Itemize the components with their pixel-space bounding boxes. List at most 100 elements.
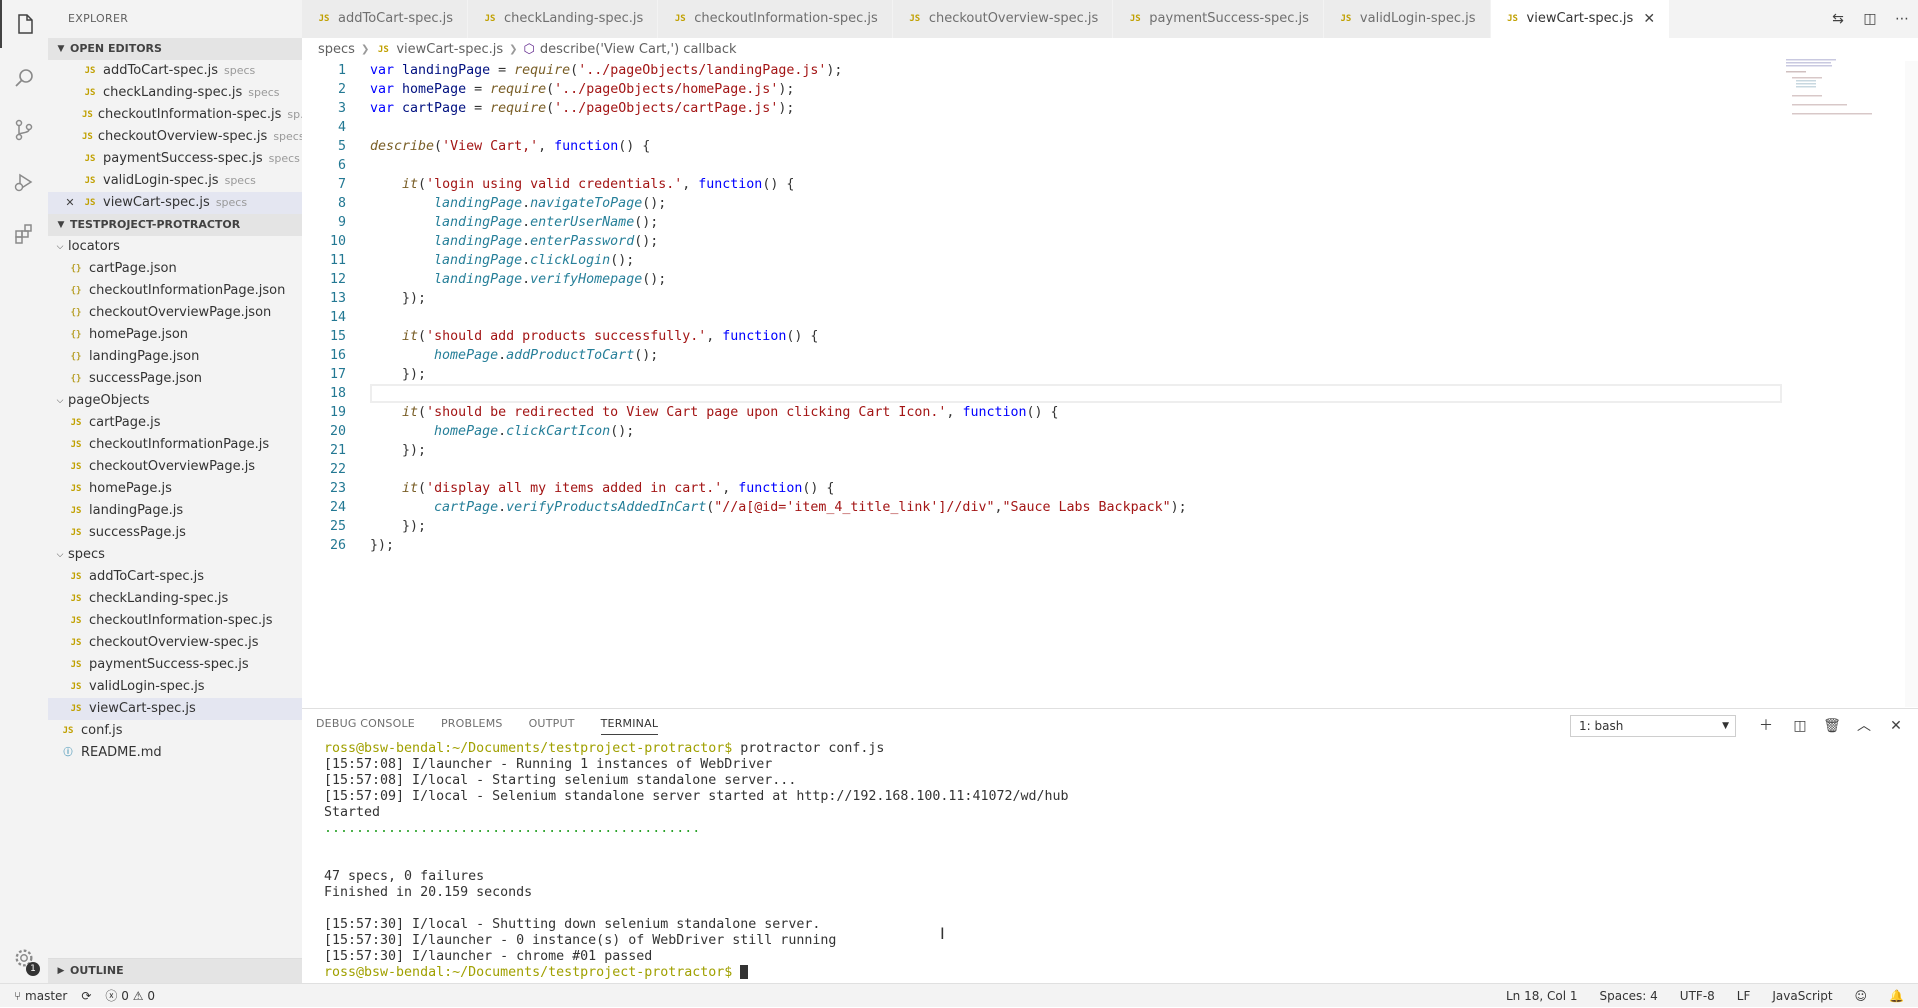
notifications-icon[interactable]: 🔔 (1889, 984, 1904, 1008)
open-editor-item[interactable]: JS paymentSuccess-spec.js specs (48, 148, 302, 170)
file-item[interactable]: {} successPage.json (48, 368, 302, 390)
js-file-icon: JS (84, 198, 96, 208)
js-file-icon: JS (70, 528, 82, 538)
language-mode[interactable]: JavaScript (1772, 984, 1832, 1008)
file-item[interactable]: {} landingPage.json (48, 346, 302, 368)
tab-output[interactable]: OUTPUT (529, 717, 575, 735)
open-editor-item[interactable]: JS validLogin-spec.js specs (48, 170, 302, 192)
open-editor-item[interactable]: JScheckoutInformation-spec.jssp... (48, 104, 302, 126)
search-icon[interactable] (0, 54, 48, 102)
trash-icon[interactable]: 🗑 (1818, 715, 1846, 737)
breadcrumb-file[interactable]: viewCart-spec.js (396, 39, 503, 61)
line-ending[interactable]: LF (1737, 984, 1751, 1008)
file-item[interactable]: JS landingPage.js (48, 500, 302, 522)
editor-tabs: JS addToCart-spec.js JS checkLanding-spec.… (302, 0, 1918, 38)
branch-indicator[interactable]: ⑂ master (14, 984, 67, 1008)
file-item[interactable]: JS validLogin-spec.js (48, 676, 302, 698)
sync-icon[interactable]: ⟳ (81, 984, 91, 1008)
tab-checkoutoverview[interactable]: JS checkoutOverview-spec.js (892, 0, 1114, 38)
more-actions-icon[interactable]: ⋯ (1886, 11, 1918, 27)
folder-pageobjects[interactable]: ⌵ pageObjects (48, 390, 302, 412)
tab-addtocart[interactable]: JS addToCart-spec.js (302, 0, 469, 38)
manage-gear-icon[interactable]: 1 (0, 934, 48, 982)
terminal-summary: Finished in 20.159 seconds (324, 885, 533, 900)
file-item[interactable]: ⓘ README.md (48, 742, 302, 764)
file-item[interactable]: JS successPage.js (48, 522, 302, 544)
file-item[interactable]: JS checkoutOverview-spec.js (48, 632, 302, 654)
json-file-icon: {} (70, 374, 82, 384)
file-item[interactable]: {} homePage.json (48, 324, 302, 346)
file-item[interactable]: JS homePage.js (48, 478, 302, 500)
cursor-position[interactable]: Ln 18, Col 1 (1506, 984, 1578, 1008)
project-header[interactable]: ▼ TESTPROJECT-PROTRACTOR (48, 214, 302, 236)
encoding[interactable]: UTF-8 (1680, 984, 1715, 1008)
terminal-progress-dots: ........................................… (324, 821, 701, 836)
js-file-icon: JS (82, 132, 93, 142)
problems-indicator[interactable]: ⓧ 0 ⚠ 0 (105, 984, 155, 1008)
js-file-icon: JS (84, 176, 96, 186)
explorer-icon[interactable] (0, 0, 48, 48)
tab-validlogin[interactable]: JS validLogin-spec.js (1323, 0, 1491, 38)
close-icon[interactable]: ✕ (1643, 0, 1655, 38)
open-editor-item[interactable]: JS checkLanding-spec.js specs (48, 82, 302, 104)
tab-problems[interactable]: PROBLEMS (441, 717, 503, 735)
file-item[interactable]: {} checkoutInformationPage.json (48, 280, 302, 302)
split-terminal-icon[interactable]: ◫ (1786, 715, 1814, 737)
js-file-icon: JS (70, 462, 82, 472)
file-item[interactable]: JS cartPage.js (48, 412, 302, 434)
open-editors-header[interactable]: ▼ OPEN EDITORS (48, 38, 302, 60)
js-file-icon: JS (82, 110, 93, 120)
chevron-down-icon: ▼ (57, 44, 65, 54)
breadcrumb-symbol[interactable]: describe('View Cart,') callback (540, 39, 737, 61)
folder-specs[interactable]: ⌵ specs (48, 544, 302, 566)
code-line: 26}); (329, 538, 395, 553)
tab-checklanding[interactable]: JS checkLanding-spec.js (468, 0, 659, 38)
run-debug-icon[interactable] (0, 158, 48, 206)
terminal-select[interactable]: 1: bash ▼ (1570, 715, 1736, 737)
file-item[interactable]: JS checkoutOverviewPage.js (48, 456, 302, 478)
file-item[interactable]: {} cartPage.json (48, 258, 302, 280)
new-terminal-icon[interactable]: ＋ (1752, 715, 1780, 737)
code-line: 17 }); (329, 367, 427, 382)
file-item-active[interactable]: JS viewCart-spec.js (48, 698, 302, 720)
split-editor-icon[interactable]: ◫ (1854, 11, 1886, 27)
terminal-output[interactable]: ross@bsw-bendal:~/Documents/testproject-… (324, 741, 1069, 981)
file-item[interactable]: JS checkoutInformationPage.js (48, 434, 302, 456)
code-line: 24 cartPage.verifyProductsAddedInCart("/… (329, 500, 1187, 515)
settings-badge: 1 (26, 962, 40, 976)
open-changes-icon[interactable]: ⇆ (1822, 11, 1854, 27)
file-item[interactable]: JS checkoutInformation-spec.js (48, 610, 302, 632)
folder-locators[interactable]: ⌵ locators (48, 236, 302, 258)
code-line: 11 landingPage.clickLogin(); (329, 253, 635, 268)
open-editor-item[interactable]: JS checkoutOverview-spec.js specs (48, 126, 302, 148)
editor-scrollbar[interactable] (1905, 61, 1918, 707)
tab-paymentsuccess[interactable]: JS paymentSuccess-spec.js (1113, 0, 1324, 38)
indentation[interactable]: Spaces: 4 (1599, 984, 1657, 1008)
outline-header[interactable]: ▶ OUTLINE (48, 958, 302, 983)
feedback-icon[interactable]: ☺ (1855, 984, 1868, 1008)
open-editor-item-active[interactable]: ✕ JS viewCart-spec.js specs (48, 192, 302, 214)
tab-terminal[interactable]: TERMINAL (600, 717, 659, 735)
explorer-title: EXPLORER (68, 12, 129, 25)
code-line: 25 }); (329, 519, 427, 534)
file-item[interactable]: JS addToCart-spec.js (48, 566, 302, 588)
file-item[interactable]: JS checkLanding-spec.js (48, 588, 302, 610)
code-line: 9 landingPage.enterUserName(); (337, 215, 659, 230)
source-control-icon[interactable] (0, 106, 48, 154)
tab-debug-console[interactable]: DEBUG CONSOLE (316, 717, 415, 735)
minimap[interactable] (1782, 57, 1907, 117)
chevron-up-icon[interactable]: ︿ (1850, 715, 1878, 737)
activity-bar: 1 (0, 0, 48, 983)
code-editor[interactable]: 1 var landingPage = require('../pageObjec… (302, 61, 1782, 707)
tab-viewcart[interactable]: JS viewCart-spec.js ✕ (1490, 0, 1671, 38)
file-item[interactable]: JS paymentSuccess-spec.js (48, 654, 302, 676)
extensions-icon[interactable] (0, 210, 48, 258)
js-file-icon: JS (674, 14, 686, 24)
file-item[interactable]: JS conf.js (48, 720, 302, 742)
tab-checkoutinformation[interactable]: JS checkoutInformation-spec.js (658, 0, 893, 38)
open-editor-item[interactable]: JS addToCart-spec.js specs (48, 60, 302, 82)
close-icon[interactable]: ✕ (64, 192, 76, 214)
close-panel-icon[interactable]: ✕ (1882, 715, 1910, 737)
breadcrumb-folder[interactable]: specs (318, 39, 355, 61)
file-item[interactable]: {} checkoutOverviewPage.json (48, 302, 302, 324)
